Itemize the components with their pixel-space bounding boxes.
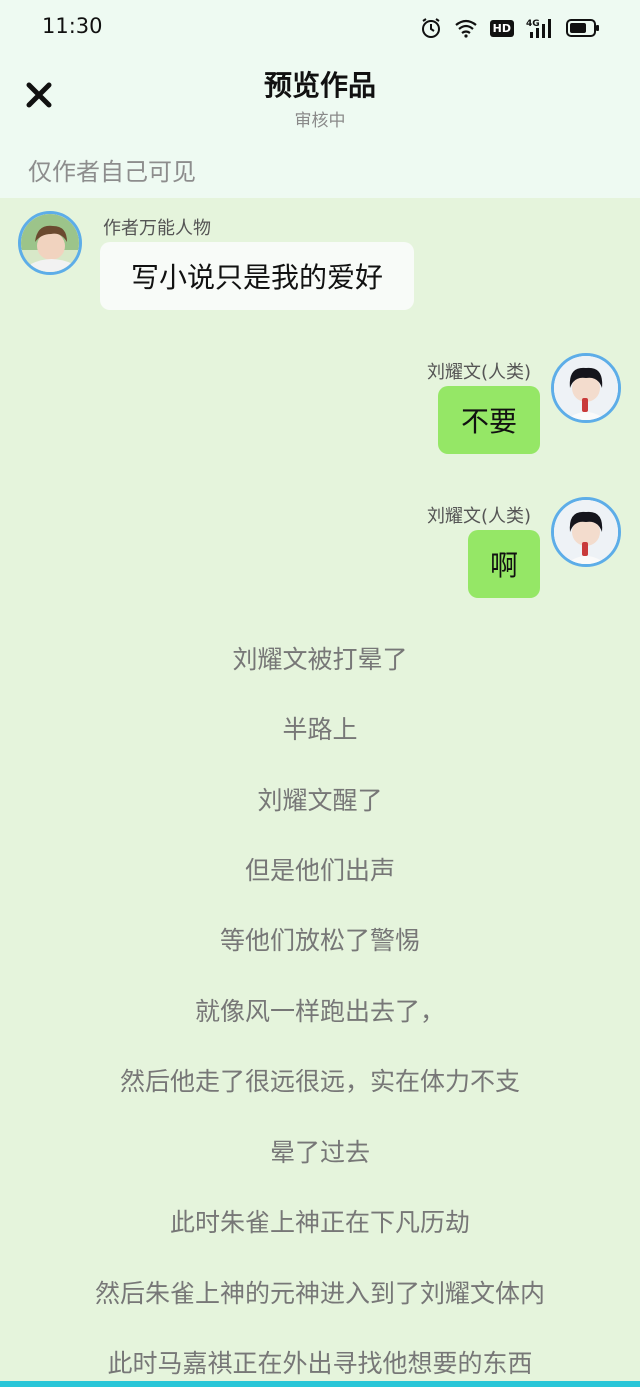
narration-line: 半路上 <box>282 715 358 744</box>
message-bubble: 写小说只是我的爱好 <box>100 242 414 310</box>
signal-icon: 4G <box>526 17 554 39</box>
narration-line: 此时马嘉祺正在外出寻找他想要的东西 <box>107 1349 533 1378</box>
bottom-progress-line <box>0 1381 640 1387</box>
sender-name: 刘耀文(人类) <box>427 362 532 383</box>
sender-name: 刘耀文(人类) <box>427 506 532 527</box>
wifi-icon <box>454 18 478 38</box>
review-status: 审核中 <box>294 111 346 131</box>
avatar-liu-yaowen[interactable] <box>551 497 621 567</box>
avatar-author[interactable] <box>18 211 82 275</box>
narration-line: 但是他们出声 <box>244 856 395 885</box>
message-bubble: 啊 <box>468 530 540 598</box>
narration-line: 晕了过去 <box>269 1138 370 1167</box>
message-bubble: 不要 <box>438 386 540 454</box>
narration-line: 刘耀文被打晕了 <box>232 645 408 674</box>
alarm-icon <box>420 17 442 39</box>
visibility-note: 仅作者自己可见 <box>28 158 196 186</box>
header-area: 11:30 HD 4G 预览作品 审核中 仅作者自己可见 <box>0 0 640 198</box>
narration-line: 此时朱雀上神正在下凡历劫 <box>169 1208 470 1237</box>
avatar-liu-yaowen[interactable] <box>551 353 621 423</box>
narration-line: 就像风一样跑出去了， <box>194 997 445 1026</box>
status-icons: HD 4G <box>420 14 600 42</box>
svg-text:4G: 4G <box>526 19 540 29</box>
narration-line: 刘耀文醒了 <box>257 786 383 815</box>
battery-icon <box>566 18 600 38</box>
status-time: 11:30 <box>42 14 103 38</box>
narration-line: 然后朱雀上神的元神进入到了刘耀文体内 <box>94 1279 545 1308</box>
page-title: 预览作品 <box>263 69 376 102</box>
narration-line: 等他们放松了警惕 <box>219 926 420 955</box>
sender-name: 作者万能人物 <box>103 218 211 239</box>
hd-badge: HD <box>489 19 514 37</box>
narration-line: 然后他走了很远很远，实在体力不支 <box>119 1067 520 1096</box>
